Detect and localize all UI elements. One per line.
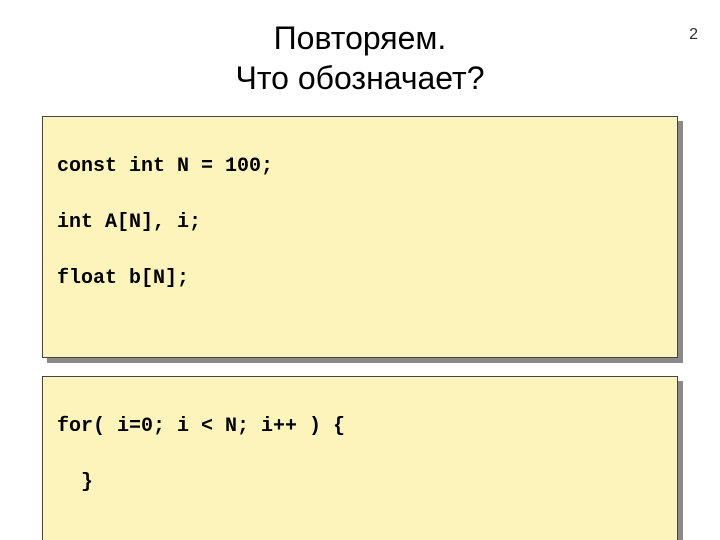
title-line-2: Что обозначает? [236,60,485,96]
code-block-2: for( i=0; i < N; i++ ) { } [42,376,678,540]
slide: 2 Повторяем. Что обозначает? const int N… [0,18,720,540]
code-block-1-wrap: const int N = 100; int A[N], i; float b[… [42,116,678,358]
code-block-2-wrap: for( i=0; i < N; i++ ) { } [42,376,678,540]
code-block-1: const int N = 100; int A[N], i; float b[… [42,116,678,358]
code-line: int A[N], i; [57,209,663,237]
page-number: 2 [689,26,698,44]
code-line: } [57,469,663,497]
code-line: for( i=0; i < N; i++ ) { [57,413,663,441]
code-line: const int N = 100; [57,153,663,181]
code-line: float b[N]; [57,265,663,293]
title-line-1: Повторяем. [274,20,447,56]
slide-title: Повторяем. Что обозначает? [0,18,720,98]
